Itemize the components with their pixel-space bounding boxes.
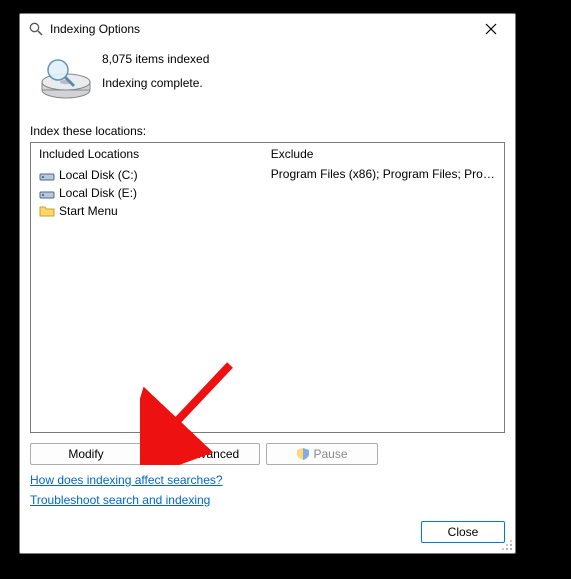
- index-locations-label: Index these locations:: [30, 124, 505, 138]
- troubleshoot-link[interactable]: Troubleshoot search and indexing: [30, 493, 210, 507]
- modify-button-label: Modify: [68, 447, 103, 461]
- location-row[interactable]: Local Disk (C:): [39, 167, 255, 183]
- shield-icon: [296, 447, 310, 461]
- pause-button-label: Pause: [313, 447, 347, 461]
- resize-grip-icon[interactable]: [501, 539, 513, 551]
- location-label: Local Disk (C:): [59, 168, 138, 182]
- status-section: 8,075 items indexed Indexing complete.: [30, 50, 505, 106]
- location-row[interactable]: Local Disk (E:): [39, 185, 255, 201]
- location-label: Start Menu: [59, 204, 118, 218]
- drive-magnifier-icon: [30, 50, 102, 106]
- close-icon[interactable]: [475, 17, 507, 41]
- advanced-button[interactable]: Advanced: [148, 443, 260, 465]
- advanced-button-label: Advanced: [186, 447, 239, 461]
- location-label: Local Disk (E:): [59, 186, 137, 200]
- indexing-options-dialog: Indexing Options 8,075 items indexed Ind…: [19, 13, 516, 554]
- folder-icon: [39, 203, 55, 219]
- items-indexed-text: 8,075 items indexed: [102, 52, 209, 66]
- titlebar: Indexing Options: [20, 14, 515, 44]
- included-column-header: Included Locations: [39, 147, 255, 161]
- drive-icon: [39, 185, 55, 201]
- close-button-label: Close: [448, 525, 479, 539]
- indexing-state-text: Indexing complete.: [102, 76, 209, 90]
- window-title: Indexing Options: [50, 22, 475, 36]
- close-button[interactable]: Close: [421, 521, 505, 543]
- how-indexing-link[interactable]: How does indexing affect searches?: [30, 473, 223, 487]
- exclude-column-header: Exclude: [271, 147, 496, 161]
- modify-button[interactable]: Modify: [30, 443, 142, 465]
- pause-button: Pause: [266, 443, 378, 465]
- location-row[interactable]: Start Menu: [39, 203, 255, 219]
- shield-icon: [169, 447, 183, 461]
- drive-icon: [39, 167, 55, 183]
- exclude-value: Program Files (x86); Program Files; Prog…: [271, 167, 496, 181]
- magnifier-icon: [28, 21, 44, 37]
- locations-listbox: Included Locations Local Disk (C:) Local…: [30, 142, 505, 433]
